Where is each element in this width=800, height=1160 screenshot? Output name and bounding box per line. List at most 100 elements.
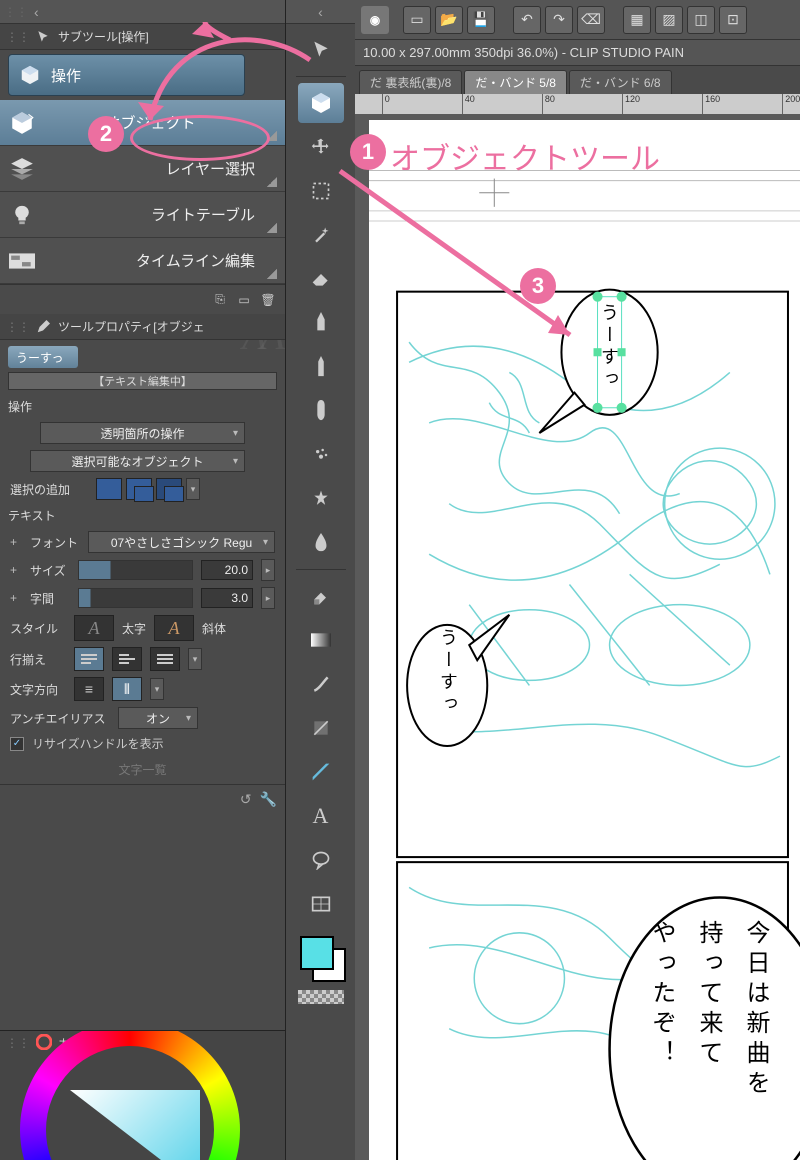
align-justify[interactable] (150, 647, 180, 671)
select-mode-sub[interactable] (156, 478, 182, 500)
subtool-item-light-table[interactable]: ライトテーブル (0, 192, 285, 238)
tool-text[interactable]: A (298, 796, 344, 836)
resize-handle-checkbox[interactable]: ✓ (10, 737, 24, 751)
delete-subtool-icon[interactable]: 🗑 (259, 291, 277, 309)
spacing-stepper[interactable]: ▸ (261, 587, 275, 609)
tool-eraser[interactable] (298, 576, 344, 616)
balloon3-col1: 今日は新曲を (738, 920, 773, 1100)
tool-marquee[interactable] (298, 171, 344, 211)
invert-select-icon[interactable]: ◫ (687, 6, 715, 34)
editing-text-chip[interactable]: うーすっ (8, 346, 78, 368)
toolprop-panel-title: ⋮⋮ ツールプロパティ[オブジェ (0, 314, 285, 340)
font-dropdown[interactable]: 07やさしさゴシック Regu (88, 531, 275, 553)
aa-dropdown[interactable]: オン (118, 707, 198, 729)
select-mode-more[interactable]: ▾ (186, 478, 200, 500)
spacing-slider[interactable] (78, 588, 193, 608)
main-toolbar: ◉ ▭ 📂 💾 ↶ ↷ ⌫ ▦ ▨ ◫ ⊡ (355, 0, 800, 40)
chevron-left-icon[interactable]: ‹ (318, 4, 323, 20)
tool-eraser-rect[interactable] (298, 259, 344, 299)
corner-indicator (267, 223, 277, 233)
undo-icon[interactable]: ↶ (513, 6, 541, 34)
select-mode-add[interactable] (126, 478, 152, 500)
selectable-object-dropdown[interactable]: 選択可能なオブジェクト (30, 450, 245, 472)
subtool-menu-icon[interactable]: ▭ (235, 291, 253, 309)
save-file-icon[interactable]: 💾 (467, 6, 495, 34)
chevron-left-icon[interactable]: ‹ (34, 4, 39, 20)
tool-move[interactable] (298, 30, 344, 70)
select-all-icon[interactable]: ▦ (623, 6, 651, 34)
page-content[interactable]: うーすっ うーすっ 今日は新曲を 持って来て やったぞ！ (369, 120, 800, 1160)
tab-page[interactable]: だ・バンド 5/8 (464, 70, 567, 94)
balloon-text-1[interactable]: うーすっ (596, 303, 622, 391)
horizontal-ruler[interactable]: 0 40 80 120 160 200 (355, 94, 800, 114)
tool-figure[interactable] (298, 708, 344, 748)
subtool-panel-title: ⋮⋮ サブツール[操作] (0, 24, 285, 50)
tool-object[interactable] (298, 83, 344, 123)
foreground-color-swatch[interactable] (300, 936, 334, 970)
wrench-icon[interactable]: 🔧 (260, 791, 277, 808)
size-slider[interactable] (78, 560, 193, 580)
bold-toggle[interactable]: A (74, 615, 114, 641)
tool-ruler[interactable] (298, 752, 344, 792)
subtool-group-button[interactable]: 操作 (8, 54, 245, 96)
ruler-tick: 40 (462, 94, 475, 114)
select-mode-new[interactable] (96, 478, 122, 500)
direction-vertical[interactable]: ⫴ (112, 677, 142, 701)
subtool-item-timeline[interactable]: タイムライン編集 (0, 238, 285, 284)
align-top[interactable] (74, 647, 104, 671)
tool-pencil[interactable] (298, 347, 344, 387)
subtool-list: オブジェクト レイヤー選択 ライトテーブル (0, 100, 285, 284)
grip-icon: ⋮⋮ (6, 1036, 30, 1050)
redo-icon[interactable]: ↷ (545, 6, 573, 34)
transparent-operation-dropdown[interactable]: 透明箇所の操作 (40, 422, 245, 444)
transparent-swatch[interactable] (298, 990, 344, 1004)
balloon-text-3[interactable]: 今日は新曲を 持って来て やったぞ！ (644, 920, 773, 1100)
open-file-icon[interactable]: 📂 (435, 6, 463, 34)
size-value[interactable]: 20.0 (201, 560, 253, 580)
select-add-label: 選択の追加 (10, 481, 88, 498)
expand-icon[interactable]: + (10, 535, 22, 549)
tool-wand[interactable] (298, 215, 344, 255)
tab-page[interactable]: だ 裏表紙(裏)/8 (359, 70, 462, 94)
canvas-area[interactable]: うーすっ うーすっ 今日は新曲を 持って来て やったぞ！ (355, 114, 800, 1160)
cube-cursor-icon (19, 64, 41, 86)
shrink-select-icon[interactable]: ⊡ (719, 6, 747, 34)
erase-icon[interactable]: ⌫ (577, 6, 605, 34)
deselect-icon[interactable]: ▨ (655, 6, 683, 34)
corner-indicator (267, 269, 277, 279)
clip-studio-logo-icon[interactable]: ◉ (361, 6, 389, 34)
italic-toggle[interactable]: A (154, 615, 194, 641)
spacing-value[interactable]: 3.0 (201, 588, 253, 608)
align-center[interactable] (112, 647, 142, 671)
tab-page[interactable]: だ・バンド 6/8 (569, 70, 672, 94)
new-file-icon[interactable]: ▭ (403, 6, 431, 34)
tool-gradient[interactable] (298, 620, 344, 660)
balloon-text-2[interactable]: うーすっ (435, 628, 461, 716)
size-stepper[interactable]: ▸ (261, 559, 275, 581)
subtool-item-label: ライトテーブル (46, 204, 267, 225)
document-title: 10.00 x 297.00mm 350dpi 36.0%) - CLIP ST… (355, 40, 800, 66)
tool-pen[interactable] (298, 303, 344, 343)
subtool-item-object[interactable]: オブジェクト (0, 100, 285, 146)
tool-blur[interactable] (298, 523, 344, 563)
object-cube-icon (8, 109, 36, 137)
tool-airbrush[interactable] (298, 435, 344, 475)
expand-icon[interactable]: + (10, 563, 22, 577)
tool-frame[interactable] (298, 884, 344, 924)
align-more[interactable]: ▾ (188, 648, 202, 670)
ruler-tick: 200 (782, 94, 800, 114)
tool-balloon[interactable] (298, 840, 344, 880)
direction-more[interactable]: ▾ (150, 678, 164, 700)
tool-brush[interactable] (298, 391, 344, 431)
subtool-item-layer-select[interactable]: レイヤー選択 (0, 146, 285, 192)
ruler-tick: 120 (622, 94, 640, 114)
color-swatch-pair[interactable] (296, 932, 346, 982)
tool-deco[interactable] (298, 479, 344, 519)
tool-movelayer[interactable] (298, 127, 344, 167)
tool-line-edit[interactable] (298, 664, 344, 704)
reset-icon[interactable]: ↺ (240, 791, 252, 808)
copy-subtool-icon[interactable]: ⎘ (211, 291, 229, 309)
direction-horizontal[interactable]: ≡ (74, 677, 104, 701)
pen-cursor-icon (34, 318, 52, 336)
expand-icon[interactable]: + (10, 591, 22, 605)
